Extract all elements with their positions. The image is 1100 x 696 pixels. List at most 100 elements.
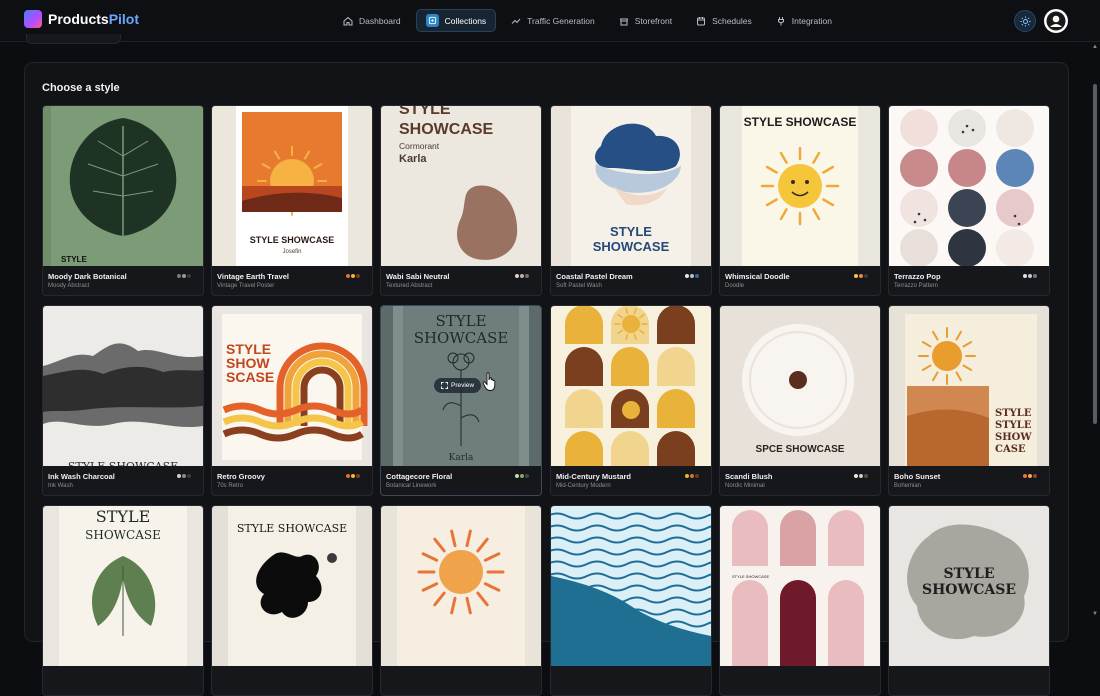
- color-palette: [514, 473, 530, 479]
- home-icon: [343, 16, 353, 26]
- nav-storefront-label: Storefront: [634, 15, 673, 26]
- user-avatar[interactable]: [1044, 9, 1068, 33]
- style-card[interactable]: STYLE SHOWCASE Ink Wash Charcoal Ink Was…: [42, 305, 204, 496]
- calendar-icon: [696, 16, 706, 26]
- style-card[interactable]: STYLE SHOWCASE: [888, 505, 1050, 696]
- style-card[interactable]: STYLE SHOWCASE: [211, 505, 373, 696]
- nav-dashboard-label: Dashboard: [359, 15, 401, 26]
- style-category: Textured Abstract: [386, 283, 433, 289]
- style-category: Doodle: [725, 283, 745, 289]
- color-swatch: [1032, 473, 1038, 479]
- style-thumbnail[interactable]: STYLE SHOWCASE: [889, 506, 1049, 666]
- style-category: Nordic Minimal: [725, 483, 765, 489]
- color-palette: [345, 273, 361, 279]
- style-card[interactable]: SPCE SHOWCASE Scandi Blush Nordic Minima…: [719, 305, 881, 496]
- style-card[interactable]: Terrazzo Pop Terrazzo Pattern: [888, 105, 1050, 296]
- style-thumbnail[interactable]: SPCE SHOWCASE: [720, 306, 880, 466]
- style-artwork: STYLE STYLE SHOW CASE: [889, 306, 1049, 466]
- style-thumbnail[interactable]: STYLE SHOWCASE: [212, 506, 372, 666]
- partially-hidden-button[interactable]: [26, 34, 121, 44]
- nav-collections[interactable]: Collections: [415, 9, 497, 32]
- color-swatch: [355, 273, 361, 279]
- style-thumbnail[interactable]: STYLE SHOWCASE: [551, 106, 711, 266]
- style-thumbnail[interactable]: STYLE SHOWCASE: [720, 506, 880, 666]
- style-card[interactable]: Mid-Century Mustard Mid-Century Modern: [550, 305, 712, 496]
- color-swatch: [524, 473, 530, 479]
- color-swatch: [355, 473, 361, 479]
- style-thumbnail[interactable]: STYLE SHOWCASE: [720, 106, 880, 266]
- color-swatch: [863, 273, 869, 279]
- style-name: Cottagecore Floral: [386, 472, 453, 481]
- style-card[interactable]: STYLE SHOWCASE Josefin Vintage Earth Tra…: [211, 105, 373, 296]
- style-name: Scandi Blush: [725, 472, 773, 481]
- style-card[interactable]: STYLE SHOW SCASE Retro Groovy 70s Retro: [211, 305, 373, 496]
- style-name: Whimsical Doodle: [725, 272, 790, 281]
- style-thumbnail[interactable]: STYLE SHOWCASE: [43, 306, 203, 466]
- nav-schedules[interactable]: Schedules: [687, 9, 761, 32]
- style-artwork: [551, 506, 711, 666]
- nav-schedules-label: Schedules: [712, 15, 752, 26]
- style-thumbnail[interactable]: STYLE SHOWCASE Josefin: [212, 106, 372, 266]
- svg-text:SHOW: SHOW: [995, 432, 1032, 443]
- style-category: Botanical Linework: [386, 483, 437, 489]
- style-card[interactable]: STYLE Moody Dark Botanical Moody Abstrac…: [42, 105, 204, 296]
- style-artwork: [889, 106, 1049, 266]
- style-card[interactable]: STYLE SHOWCASE: [719, 505, 881, 696]
- svg-text:STYLE SHOWCASE: STYLE SHOWCASE: [744, 115, 857, 129]
- style-thumbnail[interactable]: [551, 306, 711, 466]
- style-card[interactable]: [380, 505, 542, 696]
- style-artwork: STYLE SHOWCASE: [720, 506, 880, 666]
- color-swatch: [186, 473, 192, 479]
- preview-button[interactable]: Preview: [434, 378, 482, 393]
- style-card-meta: Terrazzo Pop Terrazzo Pattern: [889, 266, 1049, 295]
- style-thumbnail[interactable]: STYLE SHOW SCASE: [212, 306, 372, 466]
- style-thumbnail[interactable]: STYLE STYLE SHOW CASE: [889, 306, 1049, 466]
- style-card-meta: [381, 666, 541, 695]
- style-thumbnail[interactable]: [381, 506, 541, 666]
- style-card-meta: [889, 666, 1049, 695]
- style-category: Terrazzo Pattern: [894, 283, 939, 289]
- style-card-meta: Whimsical Doodle Doodle: [720, 266, 880, 295]
- svg-text:CASE: CASE: [995, 444, 1026, 455]
- style-card[interactable]: STYLE SHOWCASE Whimsical Doodle Doodle: [719, 105, 881, 296]
- style-artwork: STYLE SHOWCASE: [43, 306, 203, 466]
- theme-toggle-button[interactable]: [1014, 10, 1036, 32]
- style-card[interactable]: [550, 505, 712, 696]
- nav-dashboard[interactable]: Dashboard: [334, 9, 410, 32]
- style-artwork: STYLE SHOWCASE: [720, 106, 880, 266]
- style-card[interactable]: STYLE SHOWCASE: [42, 505, 204, 696]
- brand-logo[interactable]: ProductsPilot: [24, 10, 139, 28]
- store-icon: [619, 16, 629, 26]
- style-category: 70s Retro: [217, 483, 244, 489]
- svg-text:Karla: Karla: [449, 453, 474, 463]
- style-name: Boho Sunset: [894, 472, 941, 481]
- style-artwork: STYLESHOWSCASE: [212, 306, 372, 466]
- svg-text:Josefin: Josefin: [282, 249, 301, 255]
- style-card-meta: Cottagecore Floral Botanical Linework: [381, 466, 541, 495]
- style-artwork: STYLE SHOWCASE Cormorant Karla: [381, 106, 541, 266]
- style-card[interactable]: STYLE SHOWCASE Cormorant Karla Wabi Sabi…: [380, 105, 542, 296]
- style-artwork: STYLE SHOWCASE: [551, 106, 711, 266]
- style-name: Ink Wash Charcoal: [48, 472, 115, 481]
- style-thumbnail[interactable]: STYLE: [43, 106, 203, 266]
- scroll-up-arrow-icon[interactable]: ▲: [1092, 44, 1098, 50]
- style-name: Moody Dark Botanical: [48, 272, 127, 281]
- style-card[interactable]: STYLE SHOWCASE Karla Cottagecore Floral …: [380, 305, 542, 496]
- scroll-thumb[interactable]: [1093, 84, 1097, 424]
- color-palette: [176, 473, 192, 479]
- style-card-meta: Mid-Century Mustard Mid-Century Modern: [551, 466, 711, 495]
- style-thumbnail[interactable]: STYLE SHOWCASE Cormorant Karla: [381, 106, 541, 266]
- style-thumbnail[interactable]: [551, 506, 711, 666]
- nav-integration[interactable]: Integration: [767, 9, 841, 32]
- style-thumbnail[interactable]: [889, 106, 1049, 266]
- svg-text:STYLE: STYLE: [96, 507, 151, 526]
- svg-text:SPCE SHOWCASE: SPCE SHOWCASE: [756, 444, 845, 455]
- nav-traffic-generation[interactable]: Traffic Generation: [502, 9, 604, 32]
- style-card[interactable]: STYLE SHOWCASE Coastal Pastel Dream Soft…: [550, 105, 712, 296]
- style-artwork: [381, 506, 541, 666]
- style-thumbnail[interactable]: STYLE SHOWCASE: [43, 506, 203, 666]
- nav-storefront[interactable]: Storefront: [610, 9, 681, 32]
- page-scrollbar[interactable]: ▲ ▼: [1092, 44, 1098, 619]
- style-card[interactable]: STYLE STYLE SHOW CASE Boho Sunset Bohemi…: [888, 305, 1050, 496]
- scroll-down-arrow-icon[interactable]: ▼: [1092, 611, 1098, 617]
